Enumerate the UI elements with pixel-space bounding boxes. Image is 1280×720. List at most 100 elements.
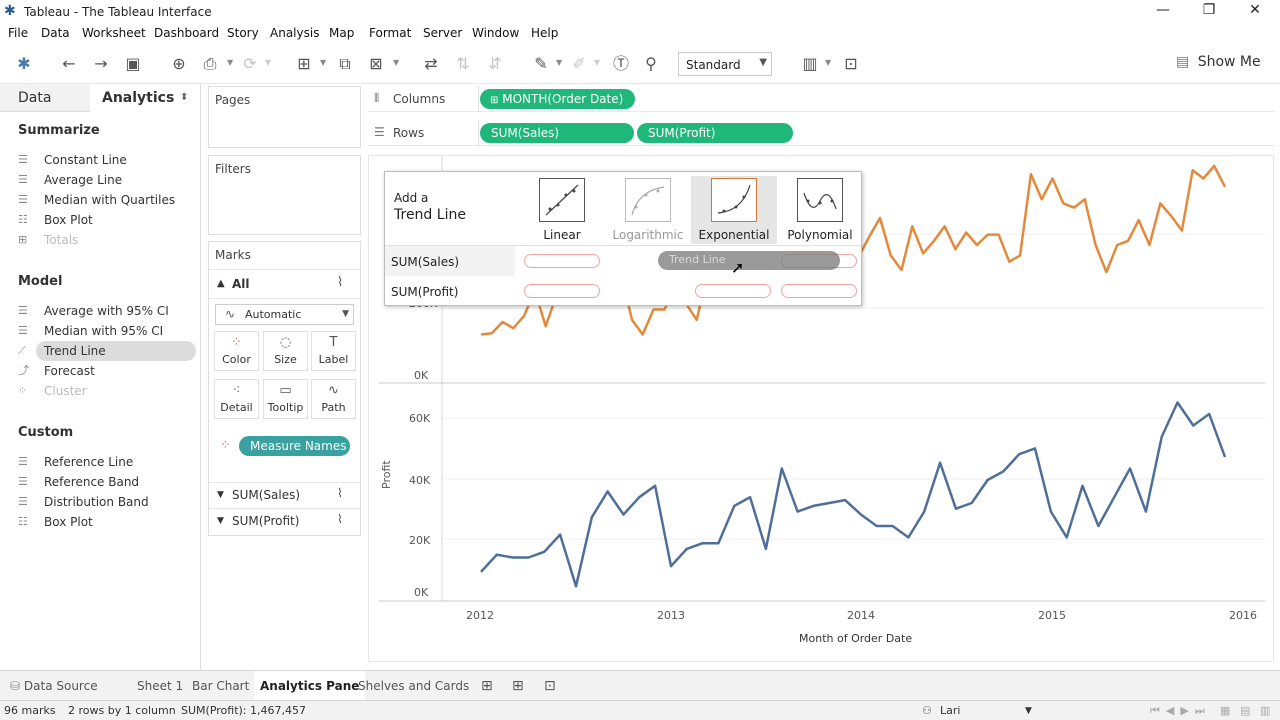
analytics-item-box-plot-custom[interactable]: ☷ Box Plot xyxy=(18,512,196,532)
analytics-item-box-plot[interactable]: ☷ Box Plot xyxy=(18,210,196,230)
tab-sheet-1[interactable]: Sheet 1 xyxy=(131,671,189,701)
show-cards-icon[interactable]: ▥ xyxy=(799,54,821,74)
clear-sheet-icon[interactable]: ⊠ xyxy=(365,54,387,74)
columns-shelf[interactable]: ⦀ Columns ⊞ MONTH(Order Date) xyxy=(368,86,1274,112)
tooltip-icon: ▭ xyxy=(279,383,292,398)
sheet-navigation-icons[interactable]: ⏮◀▶⏭ xyxy=(1150,704,1211,718)
duplicate-sheet-icon[interactable]: ⧉ xyxy=(334,54,356,74)
marks-all-row[interactable]: ▲ All ⌇ xyxy=(209,269,360,299)
chevron-down-icon[interactable]: ▼ xyxy=(320,58,326,67)
item-label: Trend Line xyxy=(44,344,106,358)
menu-dashboard[interactable]: Dashboard xyxy=(154,26,219,40)
undo-icon[interactable]: ← xyxy=(58,54,80,74)
detail-button[interactable]: ⁖ Detail xyxy=(214,379,259,419)
drop-target-profit-linear[interactable] xyxy=(524,284,600,298)
presentation-mode-icon[interactable]: ⊡ xyxy=(840,54,862,74)
analytics-item-distribution-band[interactable]: ☰ Distribution Band xyxy=(18,492,196,512)
color-legend-icon: ⁘ xyxy=(220,438,231,453)
chevron-down-icon[interactable]: ▼ xyxy=(556,58,562,67)
drop-target-sales-linear[interactable] xyxy=(524,254,600,268)
close-icon[interactable]: ✕ xyxy=(1232,2,1278,22)
analytics-item-reference-line[interactable]: ☰ Reference Line xyxy=(18,452,196,472)
menu-data[interactable]: Data xyxy=(41,26,70,40)
menu-file[interactable]: File xyxy=(8,26,28,40)
menu-help[interactable]: Help xyxy=(531,26,558,40)
sheet-sorter-icon[interactable]: ▦ xyxy=(1220,704,1230,717)
marks-sales-row[interactable]: ▼ SUM(Sales) ⌇ xyxy=(209,482,360,508)
new-sheet-icon[interactable]: ⊞ xyxy=(293,54,315,74)
marks-profit-row[interactable]: ▼ SUM(Profit) ⌇ xyxy=(209,508,360,534)
exponential-model[interactable]: Exponential xyxy=(691,176,777,244)
menu-analysis[interactable]: Analysis xyxy=(270,26,319,40)
average-line-icon: ☰ xyxy=(18,173,28,186)
filters-card[interactable]: Filters xyxy=(208,155,361,235)
analytics-item-reference-band[interactable]: ☰ Reference Band xyxy=(18,472,196,492)
fit-select[interactable]: Standard ▼ xyxy=(678,52,772,76)
menu-map[interactable]: Map xyxy=(329,26,354,40)
tab-bar-chart[interactable]: Bar Chart xyxy=(186,671,255,701)
menu-window[interactable]: Window xyxy=(472,26,519,40)
tab-data[interactable]: Data xyxy=(0,84,90,112)
minimize-icon[interactable]: — xyxy=(1140,2,1186,22)
pages-card[interactable]: Pages xyxy=(208,86,361,148)
chevron-down-icon[interactable]: ▼ xyxy=(1025,706,1032,716)
chevron-down-icon[interactable]: ▼ xyxy=(825,58,831,67)
tableau-start-icon[interactable]: ✱ xyxy=(13,54,35,74)
analytics-item-median-ci[interactable]: ☰ Median with 95% CI xyxy=(18,321,196,341)
pause-updates-icon[interactable]: ⎙ xyxy=(199,54,221,74)
rows-shelf[interactable]: ☰ Rows SUM(Sales) SUM(Profit) xyxy=(368,120,1274,146)
analytics-item-average-line[interactable]: ☰ Average Line xyxy=(18,170,196,190)
measure-names-pill[interactable]: Measure Names xyxy=(239,436,350,456)
tab-data-source[interactable]: ⛁ Data Source xyxy=(4,671,104,701)
new-datasource-icon[interactable]: ⊕ xyxy=(168,54,190,74)
pill-label: MONTH(Order Date) xyxy=(502,92,624,106)
menu-worksheet[interactable]: Worksheet xyxy=(82,26,146,40)
sum-profit-status: SUM(Profit): 1,467,457 xyxy=(181,704,306,717)
sum-sales-pill[interactable]: SUM(Sales) xyxy=(480,123,634,143)
month-order-date-pill[interactable]: ⊞ MONTH(Order Date) xyxy=(480,89,635,109)
analytics-item-median-quartiles[interactable]: ☰ Median with Quartiles xyxy=(18,190,196,210)
pane-menu-icon[interactable]: ⬍ xyxy=(180,84,200,112)
size-button[interactable]: ◌ Size xyxy=(263,331,308,371)
show-me-button[interactable]: ▤ Show Me xyxy=(1176,54,1261,70)
redo-icon[interactable]: → xyxy=(90,54,112,74)
tab-analytics-pane[interactable]: Analytics Pane xyxy=(254,671,366,701)
analytics-item-average-ci[interactable]: ☰ Average with 95% CI xyxy=(18,301,196,321)
new-worksheet-icon[interactable]: ⊞ xyxy=(475,671,499,701)
analytics-item-forecast[interactable]: ⤴ Forecast xyxy=(18,361,196,381)
polynomial-model[interactable]: Polynomial xyxy=(777,176,863,244)
path-button[interactable]: ∿ Path xyxy=(311,379,356,419)
show-mark-labels-icon[interactable]: Ⓣ xyxy=(610,54,632,74)
tab-shelves-and-cards[interactable]: Shelves and Cards xyxy=(352,671,475,701)
maximize-icon[interactable]: ❐ xyxy=(1186,2,1232,22)
fix-axes-icon[interactable]: ⚲ xyxy=(640,54,662,74)
new-dashboard-icon[interactable]: ⊞ xyxy=(506,671,530,701)
sum-profit-pill[interactable]: SUM(Profit) xyxy=(637,123,793,143)
section-summarize: Summarize xyxy=(18,123,100,138)
linear-model[interactable]: Linear xyxy=(519,176,605,244)
linear-label: Linear xyxy=(543,228,581,242)
popup-profit-label: SUM(Profit) xyxy=(391,285,459,299)
analytics-item-constant-line[interactable]: ☰ Constant Line xyxy=(18,150,196,170)
tooltip-button[interactable]: ▭ Tooltip xyxy=(263,379,308,419)
save-icon[interactable]: ▣ xyxy=(122,54,144,74)
tabs-icon[interactable]: ▥ xyxy=(1260,704,1270,717)
marks-sales-label: SUM(Sales) xyxy=(232,488,301,502)
swap-rows-columns-icon[interactable]: ⇄ xyxy=(420,54,442,74)
menu-format[interactable]: Format xyxy=(369,26,411,40)
tab-analytics[interactable]: Analytics xyxy=(90,84,180,112)
analytics-item-trend-line[interactable]: Trend Line xyxy=(36,341,196,361)
menu-story[interactable]: Story xyxy=(227,26,259,40)
chevron-down-icon[interactable]: ▼ xyxy=(393,58,399,67)
title-bar: ✱ Tableau - The Tableau Interface — ❐ ✕ xyxy=(0,0,1280,24)
color-button[interactable]: ⁘ Color xyxy=(214,331,259,371)
highlight-icon[interactable]: ✎ xyxy=(530,54,552,74)
drop-target-profit-polynomial[interactable] xyxy=(781,284,857,298)
filmstrip-icon[interactable]: ▤ xyxy=(1240,704,1250,717)
label-button[interactable]: T Label xyxy=(311,331,356,371)
menu-server[interactable]: Server xyxy=(423,26,462,40)
drop-target-profit-exponential[interactable] xyxy=(695,284,771,298)
new-story-icon[interactable]: ⊡ xyxy=(538,671,562,701)
chevron-down-icon[interactable]: ▼ xyxy=(227,58,233,67)
mark-type-select[interactable]: ∿ Automatic ▼ xyxy=(215,304,354,325)
